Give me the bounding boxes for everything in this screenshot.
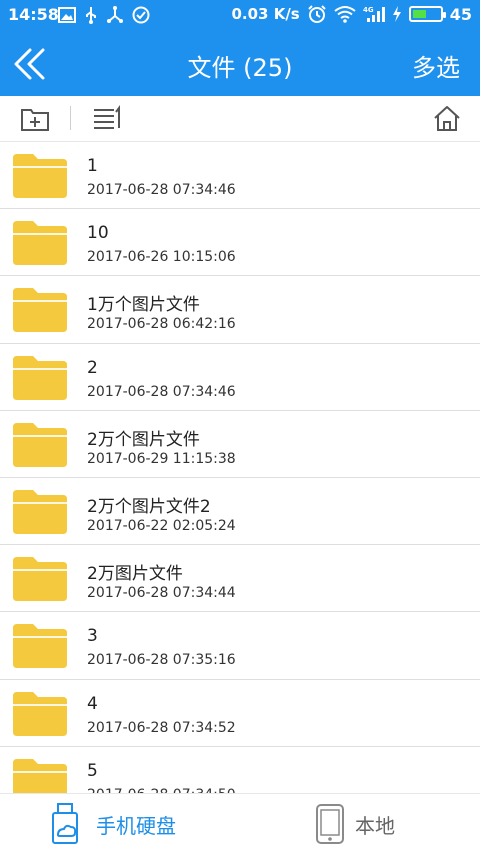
charging-icon: [392, 6, 401, 22]
file-name: 5: [87, 760, 98, 781]
file-date: 2017-06-26 10:15:06: [87, 249, 236, 266]
file-name: 2万个图片文件: [87, 429, 200, 450]
file-row[interactable]: 1万个图片文件 2017-06-28 06:42:16: [0, 276, 480, 344]
file-row[interactable]: 3 2017-06-28 07:35:16: [0, 612, 480, 680]
folder-icon: [13, 288, 67, 333]
file-name: 10: [87, 223, 109, 244]
check-icon: [132, 6, 150, 24]
app-root: 14:58 0.03 K/s 4G 45 文件 (25) 多选 1 2017-0…: [0, 0, 480, 853]
toolbar-divider: [70, 106, 71, 130]
wifi-icon: [334, 6, 356, 23]
file-name: 1万个图片文件: [87, 295, 200, 316]
file-date: 2017-06-28 07:34:52: [87, 719, 236, 736]
file-name: 2万个图片文件2: [87, 496, 211, 517]
tab-local[interactable]: 本地: [315, 794, 395, 853]
file-row[interactable]: 4 2017-06-28 07:34:52: [0, 680, 480, 747]
folder-icon: [13, 758, 67, 793]
toolbar: [0, 96, 480, 142]
status-time: 14:58: [8, 5, 59, 24]
file-name: 1: [87, 156, 98, 176]
file-row[interactable]: 2 2017-06-28 07:34:46: [0, 344, 480, 411]
home-icon[interactable]: [432, 104, 462, 132]
file-date: 2017-06-22 02:05:24: [87, 517, 236, 534]
file-date: 2017-06-28 07:34:44: [87, 585, 236, 602]
file-row[interactable]: 2万个图片文件 2017-06-29 11:15:38: [0, 411, 480, 478]
folder-icon: [13, 422, 67, 467]
file-row[interactable]: 10 2017-06-26 10:15:06: [0, 209, 480, 277]
bottom-tab-bar: 手机硬盘 本地: [0, 793, 480, 853]
folder-icon: [13, 624, 67, 669]
status-bar: 14:58 0.03 K/s 4G 45: [0, 0, 480, 30]
file-row[interactable]: 1 2017-06-28 07:34:46: [0, 142, 480, 210]
alarm-icon: [308, 5, 326, 23]
multi-select-button[interactable]: 多选: [412, 48, 460, 83]
share-icon: [107, 6, 123, 23]
file-name: 3: [87, 626, 98, 647]
file-row[interactable]: 2万图片文件 2017-06-28 07:34:44: [0, 545, 480, 613]
4g-signal-icon: 4G: [363, 6, 385, 22]
file-row[interactable]: 52017-06-28 07:34:50: [0, 747, 480, 793]
title-bar: 文件 (25) 多选: [0, 30, 480, 96]
file-date: 2017-06-29 11:15:38: [87, 450, 236, 467]
new-folder-icon[interactable]: [20, 106, 50, 132]
folder-icon: [13, 355, 67, 400]
file-date: 2017-06-28 07:34:46: [87, 182, 236, 198]
file-row[interactable]: 2万个图片文件2 2017-06-22 02:05:24: [0, 478, 480, 546]
file-date: 2017-06-28 07:34:46: [87, 383, 236, 400]
battery-level: 45: [449, 4, 472, 24]
folder-icon: [13, 489, 67, 534]
tab-local-label: 本地: [355, 813, 395, 838]
file-name: 2万图片文件: [87, 564, 183, 585]
folder-icon: [13, 154, 67, 198]
status-right: 0.03 K/s 4G 45: [231, 4, 472, 24]
page-title: 文件 (25): [187, 54, 293, 82]
file-name: 2: [87, 357, 98, 378]
file-name: 4: [87, 693, 98, 714]
phone-icon: [316, 804, 344, 844]
image-icon: [58, 7, 76, 23]
tab-phone-disk-label: 手机硬盘: [96, 813, 176, 838]
battery-icon: [408, 6, 446, 22]
file-date: 2017-06-28 07:35:16: [87, 652, 236, 669]
folder-icon: [13, 221, 67, 266]
folder-icon: [13, 691, 67, 736]
phone-disk-icon: [52, 803, 78, 844]
usb-icon: [86, 7, 96, 24]
tab-phone-disk[interactable]: 手机硬盘: [50, 794, 176, 853]
svg-text:4G: 4G: [363, 6, 374, 14]
status-left-icons: [58, 6, 150, 24]
folder-icon: [13, 557, 67, 602]
file-date: 2017-06-28 06:42:16: [87, 316, 236, 333]
sort-icon[interactable]: [92, 105, 122, 131]
file-list: 1 2017-06-28 07:34:46 10 2017-06-26 10:15:0…: [0, 142, 480, 793]
network-speed: 0.03 K/s: [231, 5, 300, 23]
